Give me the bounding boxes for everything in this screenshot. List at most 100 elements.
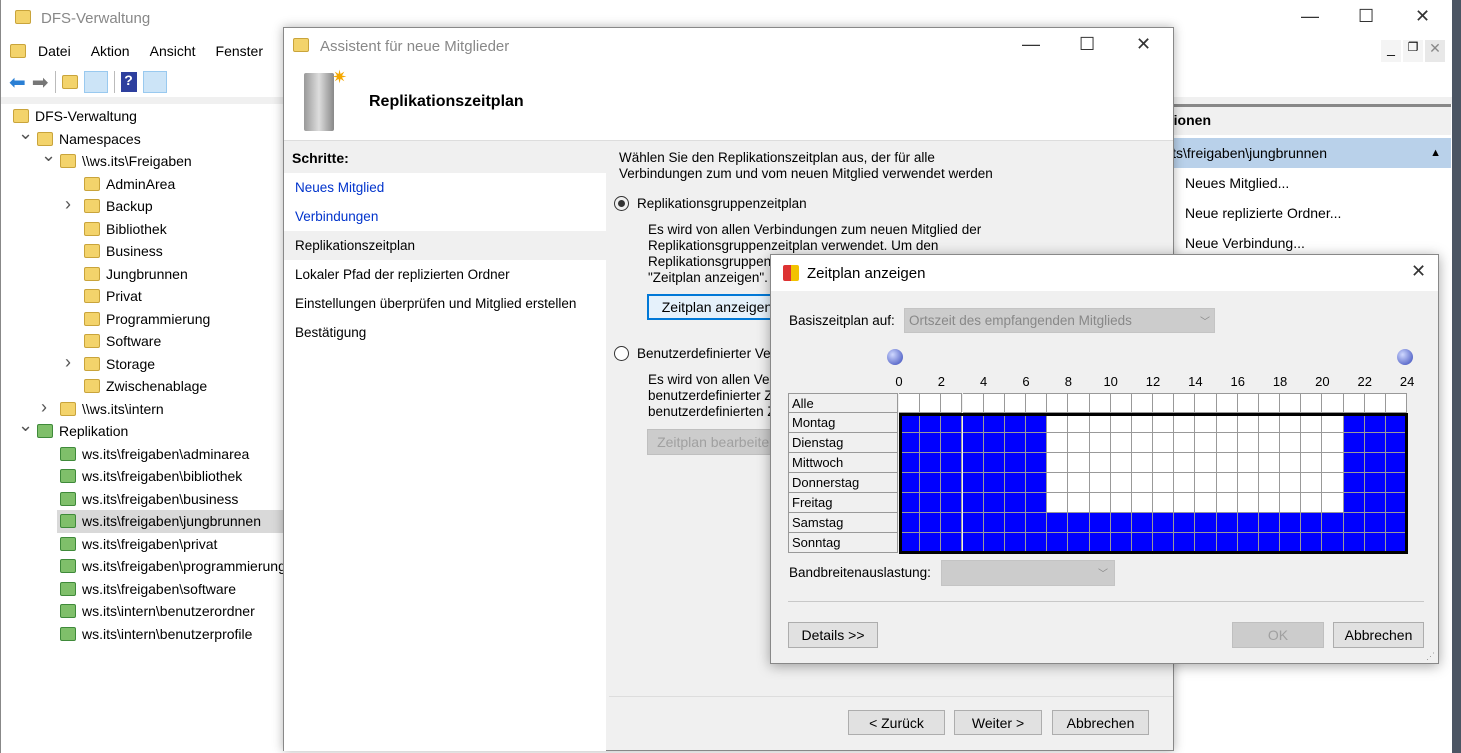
schedule-cell[interactable] bbox=[941, 513, 963, 533]
schedule-cell[interactable] bbox=[1216, 433, 1238, 453]
schedule-cell[interactable] bbox=[1195, 413, 1217, 433]
schedule-cell[interactable] bbox=[1322, 493, 1344, 513]
schedule-cell[interactable] bbox=[1026, 473, 1048, 493]
schedule-cell[interactable] bbox=[1364, 453, 1386, 473]
schedule-cell[interactable] bbox=[1004, 453, 1026, 473]
hour-column-button[interactable] bbox=[1195, 393, 1217, 413]
schedule-cell[interactable] bbox=[1280, 433, 1302, 453]
schedule-cell[interactable] bbox=[1258, 473, 1281, 493]
schedule-cell[interactable] bbox=[1216, 473, 1238, 493]
schedule-cell[interactable] bbox=[1237, 453, 1259, 473]
schedule-cell[interactable] bbox=[1174, 453, 1196, 473]
schedule-cell[interactable] bbox=[1280, 453, 1302, 473]
schedule-grid[interactable]: 0 2 4 6 8 10 12 14 16 18 20 22 24 Alle Montag Dienstag M… bbox=[788, 345, 1414, 555]
schedule-cell[interactable] bbox=[1110, 453, 1132, 473]
schedule-cell[interactable] bbox=[1385, 533, 1408, 553]
hour-column-button[interactable] bbox=[1237, 393, 1259, 413]
wizard-step[interactable]: Neues Mitglied bbox=[284, 173, 606, 202]
expanded-chevron-icon[interactable]: ⌄ bbox=[18, 123, 33, 144]
collapsed-chevron-icon[interactable]: › bbox=[41, 397, 47, 418]
schedule-cell[interactable] bbox=[1131, 433, 1154, 453]
schedule-cell[interactable] bbox=[1026, 533, 1048, 553]
schedule-cell[interactable] bbox=[1004, 533, 1026, 553]
radio-custom-schedule[interactable]: Benutzerdefinierter Ve bbox=[614, 346, 771, 361]
hour-column-button[interactable] bbox=[962, 393, 984, 413]
schedule-cell[interactable] bbox=[1089, 453, 1111, 473]
schedule-cell[interactable] bbox=[1301, 513, 1323, 533]
schedule-cell[interactable] bbox=[1280, 493, 1302, 513]
hour-column-button[interactable] bbox=[899, 393, 921, 413]
schedule-cell[interactable] bbox=[941, 433, 963, 453]
schedule-cell[interactable] bbox=[920, 433, 942, 453]
schedule-cell[interactable] bbox=[920, 473, 942, 493]
schedule-cell[interactable] bbox=[1110, 493, 1132, 513]
schedule-cell[interactable] bbox=[1216, 493, 1238, 513]
schedule-cell[interactable] bbox=[962, 473, 984, 493]
tree-item[interactable]: \\ws.its\intern bbox=[60, 398, 164, 420]
schedule-cell[interactable] bbox=[1258, 513, 1281, 533]
schedule-cell[interactable] bbox=[1385, 493, 1408, 513]
hour-column-button[interactable] bbox=[1364, 393, 1386, 413]
schedule-cell[interactable] bbox=[899, 533, 921, 553]
schedule-cell[interactable] bbox=[1089, 493, 1111, 513]
schedule-cell[interactable] bbox=[899, 513, 921, 533]
schedule-cell[interactable] bbox=[899, 413, 921, 433]
schedule-cell[interactable] bbox=[1004, 513, 1026, 533]
schedule-cell[interactable] bbox=[1280, 473, 1302, 493]
schedule-cell[interactable] bbox=[920, 453, 942, 473]
tree-item[interactable]: ws.its\freigaben\jungbrunnen bbox=[60, 510, 261, 532]
schedule-cell[interactable] bbox=[1131, 473, 1154, 493]
action-neues-mitglied[interactable]: Neues Mitglied... bbox=[1166, 168, 1451, 198]
hour-column-button[interactable] bbox=[1174, 393, 1196, 413]
schedule-cell[interactable] bbox=[962, 433, 984, 453]
schedule-cell[interactable] bbox=[983, 413, 1005, 433]
hour-column-button[interactable] bbox=[983, 393, 1005, 413]
tree-item[interactable]: ws.its\intern\benutzerordner bbox=[60, 600, 255, 622]
schedule-cell[interactable] bbox=[1153, 493, 1175, 513]
resize-grip-icon[interactable]: ⋰ bbox=[1426, 651, 1435, 662]
day-row-button[interactable]: Dienstag bbox=[788, 433, 898, 453]
schedule-cell[interactable] bbox=[1343, 513, 1365, 533]
schedule-cell[interactable] bbox=[1153, 413, 1175, 433]
expanded-chevron-icon[interactable]: ⌄ bbox=[41, 145, 56, 166]
base-schedule-select[interactable]: Ortszeit des empfangenden Mitglieds ﹀ bbox=[904, 308, 1215, 333]
tree-item[interactable]: ws.its\freigaben\business bbox=[60, 488, 238, 510]
show-schedule-button[interactable]: Zeitplan anzeigen bbox=[647, 294, 787, 320]
schedule-cell[interactable] bbox=[983, 433, 1005, 453]
schedule-cell[interactable] bbox=[1195, 453, 1217, 473]
schedule-cell[interactable] bbox=[1280, 413, 1302, 433]
schedule-cell[interactable] bbox=[1322, 433, 1344, 453]
schedule-cell[interactable] bbox=[1322, 533, 1344, 553]
schedule-cell[interactable] bbox=[1174, 433, 1196, 453]
schedule-cell[interactable] bbox=[1343, 533, 1365, 553]
schedule-cell[interactable] bbox=[941, 413, 963, 433]
hour-column-button[interactable] bbox=[1153, 393, 1175, 413]
back-button[interactable]: < Zurück bbox=[848, 710, 945, 735]
schedule-cell[interactable] bbox=[1301, 473, 1323, 493]
schedule-cell[interactable] bbox=[1131, 453, 1154, 473]
schedule-cell[interactable] bbox=[1004, 413, 1026, 433]
schedule-cell[interactable] bbox=[941, 493, 963, 513]
schedule-cell[interactable] bbox=[920, 493, 942, 513]
schedule-cell[interactable] bbox=[1322, 413, 1344, 433]
day-row-button[interactable]: Samstag bbox=[788, 513, 898, 533]
radio-unchecked-icon[interactable] bbox=[614, 346, 629, 361]
menu-fenster[interactable]: Fenster bbox=[206, 43, 273, 59]
schedule-cell[interactable] bbox=[962, 533, 984, 553]
forward-arrow-icon[interactable]: ➡ bbox=[32, 70, 49, 95]
schedule-cell[interactable] bbox=[1068, 413, 1090, 433]
help-icon[interactable]: ? bbox=[120, 72, 137, 92]
schedule-cell[interactable] bbox=[1131, 413, 1154, 433]
schedule-cell[interactable] bbox=[1237, 513, 1259, 533]
schedule-cell[interactable] bbox=[1089, 533, 1111, 553]
schedule-cell[interactable] bbox=[962, 413, 984, 433]
schedule-cell[interactable] bbox=[1237, 493, 1259, 513]
expanded-chevron-icon[interactable]: ⌄ bbox=[18, 415, 33, 436]
mdi-restore-button[interactable]: ❐ bbox=[1403, 40, 1423, 62]
hour-column-button[interactable] bbox=[1047, 393, 1069, 413]
ok-button[interactable]: OK bbox=[1232, 622, 1324, 648]
show-hide-tree-icon[interactable] bbox=[83, 71, 108, 93]
schedule-cell[interactable] bbox=[941, 533, 963, 553]
schedule-cell[interactable] bbox=[1343, 473, 1365, 493]
schedule-cell[interactable] bbox=[1110, 533, 1132, 553]
